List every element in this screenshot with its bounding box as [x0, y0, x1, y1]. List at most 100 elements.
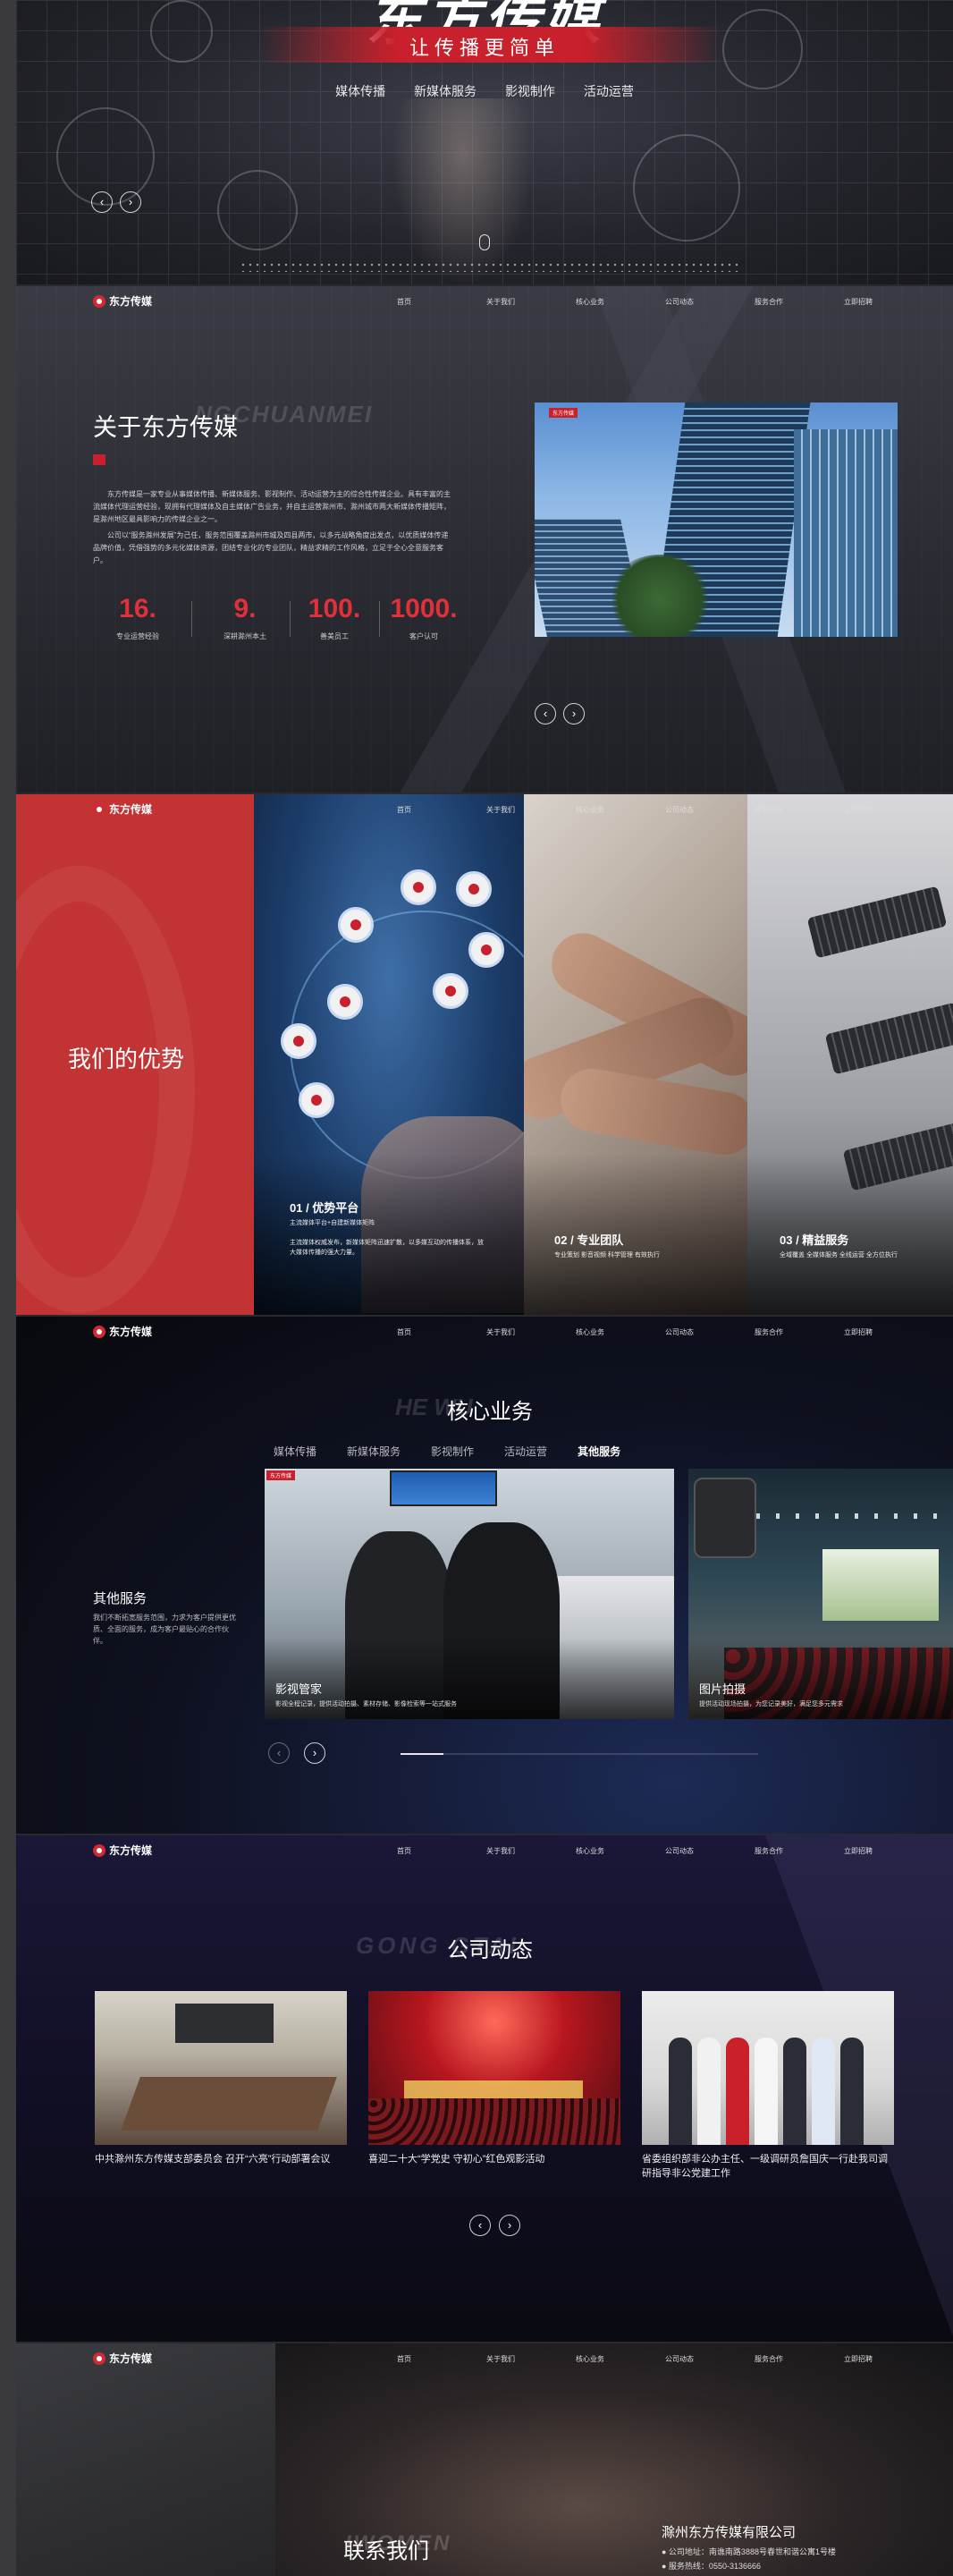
card-shade: [747, 1154, 953, 1315]
nav-recruit[interactable]: 立即招聘: [844, 805, 933, 815]
nav-about[interactable]: 关于我们: [486, 1327, 576, 1337]
nav-core[interactable]: 核心业务: [576, 2354, 665, 2364]
news-image: [368, 1991, 620, 2145]
about-tag: [93, 454, 105, 465]
stat-suffix: .: [450, 594, 458, 623]
hero-dot-wave: [240, 261, 740, 272]
core-carousel-progress: [401, 1753, 758, 1755]
tab-media[interactable]: 媒体传播: [274, 1444, 316, 1459]
tab-new-media[interactable]: 新媒体服务: [347, 1444, 401, 1459]
nav-home[interactable]: 首页: [397, 2354, 486, 2364]
advantage-card-service[interactable]: 03 / 精益服务 全域覆盖 全媒体服务 全线运营 全方位执行: [747, 794, 953, 1315]
news-headline[interactable]: 省委组织部非公办主任、一级调研员詹国庆一行赴我司调研指导非公党建工作: [642, 2152, 894, 2181]
cinema-seats-image: [368, 2098, 620, 2145]
core-prev-button[interactable]: ‹: [268, 1742, 290, 1764]
stat-divider: [191, 601, 192, 637]
photo-tower-right: [794, 429, 898, 637]
nav-recruit[interactable]: 立即招聘: [844, 1846, 933, 1856]
about-title: 关于东方传媒: [93, 414, 238, 441]
nav-about[interactable]: 关于我们: [486, 1846, 576, 1856]
hero-nav-media[interactable]: 媒体传播: [335, 82, 385, 100]
main-nav: 首页 关于我们 核心业务 公司动态 服务合作 立即招聘: [397, 1846, 933, 1856]
logo-icon: [93, 294, 105, 308]
business-tag: 东方传媒: [266, 1470, 296, 1480]
news-headline[interactable]: 中共滁州东方传媒支部委员会 召开“六亮”行动部署会议: [95, 2152, 347, 2166]
nav-news[interactable]: 公司动态: [665, 297, 755, 307]
news-next-button[interactable]: ›: [499, 2215, 520, 2236]
scroll-mouse-icon[interactable]: [479, 234, 490, 250]
nav-home[interactable]: 首页: [397, 1846, 486, 1856]
nav-recruit[interactable]: 立即招聘: [844, 297, 933, 307]
nav-cooperation[interactable]: 服务合作: [755, 1327, 844, 1337]
about-prev-button[interactable]: ‹: [535, 703, 556, 724]
nav-recruit[interactable]: 立即招聘: [844, 1327, 933, 1337]
nav-about[interactable]: 关于我们: [486, 805, 576, 815]
core-next-button[interactable]: ›: [304, 1742, 325, 1764]
nav-cooperation[interactable]: 服务合作: [755, 1846, 844, 1856]
logo-text: 东方传媒: [109, 295, 153, 308]
site-header: 东方传媒 首页 关于我们 核心业务 公司动态 服务合作 立即招聘: [16, 794, 953, 826]
news-item[interactable]: 中共滁州东方传媒支部委员会 召开“六亮”行动部署会议: [95, 1991, 347, 2166]
stat-value: 100: [308, 594, 353, 623]
tab-events[interactable]: 活动运营: [504, 1444, 547, 1459]
red-swirl-decoration: [16, 866, 195, 1313]
about-paragraph-2: 公司以“服务滁州发展”为己任，服务范围覆盖滁州市城及四县两市，以多元战略角度出发…: [93, 531, 449, 564]
camera-image: [694, 1478, 756, 1558]
business-card-film-butler[interactable]: 东方传媒 影视管家 影视全程记录，提供活动拍摄、素材存储、影像检索等一站式服务: [265, 1469, 674, 1719]
nav-news[interactable]: 公司动态: [665, 805, 755, 815]
nav-cooperation[interactable]: 服务合作: [755, 297, 844, 307]
news-item[interactable]: 喜迎二十大“学党史 守初心”红色观影活动: [368, 1991, 620, 2166]
keyboard-image: [824, 1002, 953, 1075]
advantage-card-platform[interactable]: 01 / 优势平台 主流媒体平台+自建新媒体矩阵 主流媒体权威发布，新媒体矩阵迅…: [254, 794, 524, 1315]
about-next-button[interactable]: ›: [563, 703, 585, 724]
business-card-photography[interactable]: 图片拍摄 提供活动现场拍摄，为您记录美好，满足您多元需求: [688, 1469, 953, 1719]
nav-news[interactable]: 公司动态: [665, 2354, 755, 2364]
site-logo[interactable]: 东方传媒: [93, 1324, 152, 1339]
hero-nav-film[interactable]: 影视制作: [505, 82, 555, 100]
hero-banner: 东方传媒 让传播更简单 媒体传播 新媒体服务 影视制作 活动运营 ‹ ›: [16, 0, 953, 284]
nav-about[interactable]: 关于我们: [486, 297, 576, 307]
site-logo[interactable]: 东方传媒: [93, 801, 152, 817]
business-title: 图片拍摄: [699, 1682, 746, 1696]
nav-about[interactable]: 关于我们: [486, 2354, 576, 2364]
logo-icon: [93, 1325, 105, 1338]
tiktok-ring-icon: [217, 170, 298, 250]
nav-core[interactable]: 核心业务: [576, 297, 665, 307]
nav-cooperation[interactable]: 服务合作: [755, 805, 844, 815]
card-title: 03 / 精益服务: [780, 1233, 849, 1247]
contact-section: 东方传媒 首页 关于我们 核心业务 公司动态 服务合作 立即招聘 IWOMEN …: [16, 2343, 953, 2576]
nav-home[interactable]: 首页: [397, 297, 486, 307]
logo-text: 东方传媒: [109, 1326, 153, 1338]
site-logo[interactable]: 东方传媒: [93, 2351, 152, 2366]
stat-value: 16: [119, 594, 149, 623]
tab-other-services[interactable]: 其他服务: [578, 1444, 620, 1459]
nav-core[interactable]: 核心业务: [576, 805, 665, 815]
news-item[interactable]: 省委组织部非公办主任、一级调研员詹国庆一行赴我司调研指导非公党建工作: [642, 1991, 894, 2181]
tab-film[interactable]: 影视制作: [431, 1444, 474, 1459]
main-nav: 首页 关于我们 核心业务 公司动态 服务合作 立即招聘: [397, 2354, 933, 2364]
card-title: 02 / 专业团队: [554, 1233, 624, 1247]
site-logo[interactable]: 东方传媒: [93, 293, 152, 309]
nav-home[interactable]: 首页: [397, 805, 486, 815]
nav-recruit[interactable]: 立即招聘: [844, 2354, 933, 2364]
news-headline[interactable]: 喜迎二十大“学党史 守初心”红色观影活动: [368, 2152, 620, 2166]
nav-news[interactable]: 公司动态: [665, 1327, 755, 1337]
media-bubble-icon: [468, 932, 504, 968]
nav-home[interactable]: 首页: [397, 1327, 486, 1337]
logo-text: 东方传媒: [109, 2352, 153, 2365]
main-nav: 首页 关于我们 核心业务 公司动态 服务合作 立即招聘: [397, 805, 933, 815]
advantage-card-team[interactable]: 02 / 专业团队 专业策划 影音视频 科学管理 有效执行: [524, 794, 747, 1315]
nav-core[interactable]: 核心业务: [576, 1846, 665, 1856]
nav-news[interactable]: 公司动态: [665, 1846, 755, 1856]
business-description: 影视全程记录，提供活动拍摄、素材存储、影像检索等一站式服务: [275, 1701, 457, 1707]
hero-nav-new-media[interactable]: 新媒体服务: [414, 82, 476, 100]
person-figure: [812, 2038, 835, 2145]
hero-nav-events[interactable]: 活动运营: [584, 82, 634, 100]
site-logo[interactable]: 东方传媒: [93, 1843, 152, 1858]
nav-core[interactable]: 核心业务: [576, 1327, 665, 1337]
news-prev-button[interactable]: ‹: [469, 2215, 491, 2236]
hero-next-button[interactable]: ›: [120, 191, 141, 213]
hero-prev-button[interactable]: ‹: [91, 191, 113, 213]
advantages-section: 我们的优势 01 / 优势平台 主流媒体平台+自建新媒体矩阵 主流媒体权威发布，…: [16, 794, 953, 1315]
nav-cooperation[interactable]: 服务合作: [755, 2354, 844, 2364]
